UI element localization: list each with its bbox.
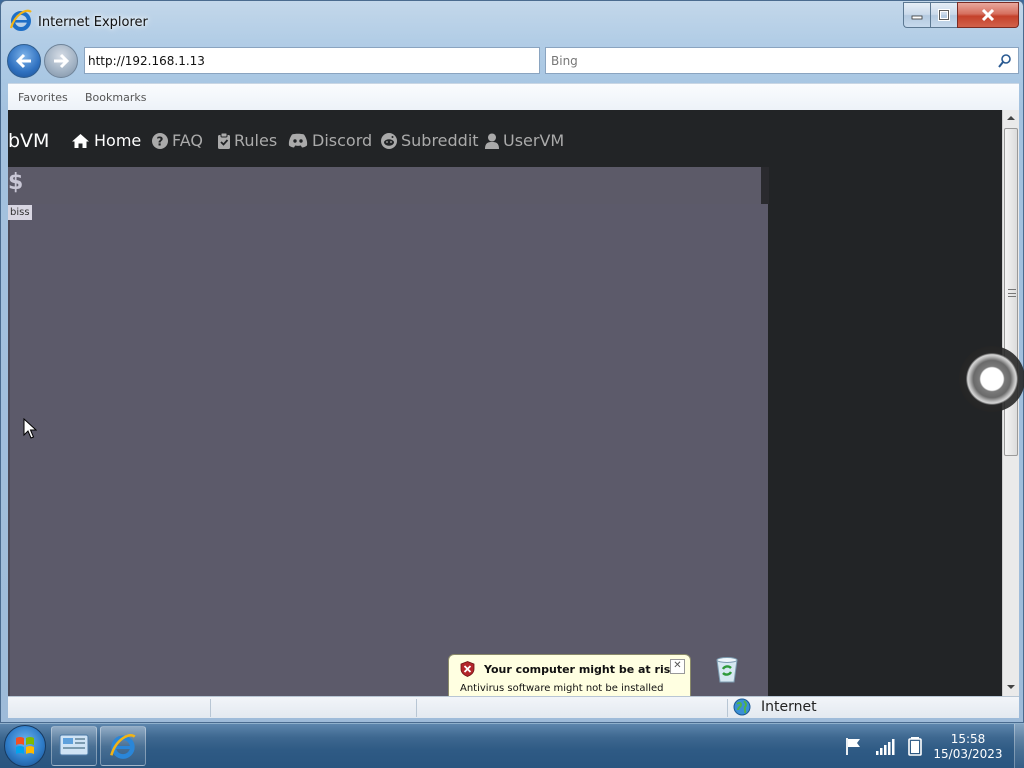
favorites-bar: Favorites Bookmarks [8,83,1019,110]
recycle-bin-icon[interactable] [712,654,742,684]
status-bar: Internet [8,696,1019,718]
action-center-flag-icon[interactable] [844,736,864,756]
nav-link-label: UserVM [503,131,565,150]
clock-date: 15/03/2023 [933,747,1003,761]
status-divider [416,699,417,717]
search-icon[interactable] [997,53,1013,69]
taskbar-app-explorer[interactable] [51,726,97,766]
search-placeholder: Bing [551,54,578,68]
nav-link-home[interactable]: Home [71,131,141,150]
reddit-icon [381,132,397,149]
nav-link-faq[interactable]: ? FAQ [152,131,203,150]
window-title: Internet Explorer [38,15,148,30]
notification-close-button[interactable]: ✕ [670,659,685,674]
arrow-left-icon [15,53,31,69]
scroll-down-button[interactable] [1003,679,1019,695]
floating-control-button[interactable] [959,346,1024,412]
globe-icon [733,698,751,716]
control-panel-icon [59,734,89,756]
nav-link-subreddit[interactable]: Subreddit [381,131,479,150]
forward-button[interactable] [44,44,78,78]
nav-link-discord[interactable]: Discord [288,131,372,150]
clock-time: 15:58 [950,732,986,746]
favorites-link[interactable]: Favorites [18,91,68,104]
page-viewport: bVM Home ? FAQ Rules Discord Subreddit U… [8,110,1002,696]
vm-screen[interactable] [8,204,768,696]
nav-link-label: FAQ [172,131,203,150]
minimize-button[interactable] [903,2,930,28]
close-button[interactable] [957,2,1019,28]
bookmarks-link[interactable]: Bookmarks [85,91,146,104]
windows-logo-icon [16,737,34,754]
home-icon [72,133,89,148]
taskbar-app-internet-explorer[interactable] [100,726,146,766]
battery-icon[interactable] [905,736,925,756]
svg-text:?: ? [157,134,164,148]
status-divider [210,699,211,717]
vm-title-glyph: $ [8,170,24,195]
arrow-right-icon [54,53,70,69]
site-brand[interactable]: bVM [8,130,49,152]
caption-buttons [903,2,1019,29]
maximize-icon [938,9,950,21]
title-bar: Internet Explorer [1,1,1023,41]
browser-window: Internet Explorer http://192.168.1.13 Bi… [0,0,1024,723]
security-notification[interactable]: Your computer might be at risk ✕ Antivir… [448,654,691,696]
system-clock[interactable]: 15:58 15/03/2023 [928,732,1008,762]
maximize-button[interactable] [930,2,957,28]
site-navbar: bVM Home ? FAQ Rules Discord Subreddit U… [8,110,1002,167]
start-button[interactable] [4,725,46,767]
minimize-icon [911,15,923,20]
taskbar: 15:58 15/03/2023 [0,723,1024,768]
user-icon [485,133,499,149]
nav-link-label: Discord [312,131,373,150]
chevron-up-icon [1007,116,1015,120]
network-signal-icon[interactable] [875,736,895,756]
nav-link-uservm[interactable]: UserVM [485,131,564,150]
nav-link-label: Home [94,131,142,150]
status-divider [727,699,728,717]
question-circle-icon: ? [152,132,168,149]
nav-link-label: Subreddit [401,131,479,150]
discord-icon [288,133,308,148]
navigation-bar: http://192.168.1.13 Bing [1,41,1023,81]
vm-label: biss [8,205,32,220]
back-button[interactable] [7,44,41,78]
notification-body: Antivirus software might not be installe… [460,683,664,694]
notification-title: Your computer might be at risk [484,663,678,676]
vm-header-panel [8,167,761,204]
internet-explorer-icon [9,9,32,31]
close-icon [981,9,995,21]
chevron-down-icon [1007,685,1015,689]
mouse-cursor-icon [23,418,37,439]
search-input[interactable]: Bing [545,47,1019,74]
nav-link-label: Rules [234,131,278,150]
nav-link-rules[interactable]: Rules [218,131,277,150]
scroll-up-button[interactable] [1003,110,1019,126]
show-desktop-button[interactable] [1014,724,1024,768]
security-zone[interactable]: Internet [761,699,817,715]
internet-explorer-icon [110,734,136,759]
clipboard-check-icon [218,132,230,149]
security-shield-icon [460,661,475,677]
grip-icon [1008,289,1016,297]
vm-screen-edge [8,204,10,696]
vm-panel-edge [761,167,769,204]
address-bar[interactable]: http://192.168.1.13 [84,47,540,74]
